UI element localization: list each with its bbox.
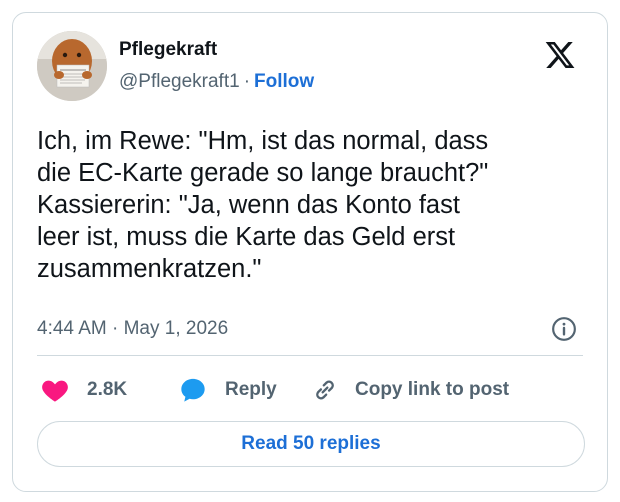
separator-dot: · — [243, 71, 251, 92]
tweet-card: Pflegekraft @Pflegekraft1 · Follow Ich, im… — [12, 12, 608, 492]
heart-icon — [42, 380, 68, 402]
avatar-image — [37, 31, 107, 101]
action-bar: 2.8K Reply Copy link to post — [37, 375, 597, 405]
tweet-timestamp[interactable]: 4:44 AM · May 1, 2026 — [37, 318, 228, 340]
like-count: 2.8K — [87, 379, 128, 400]
divider — [37, 355, 583, 356]
copy-link-label: Copy link to post — [355, 379, 510, 400]
copy-link-button[interactable]: Copy link to post — [311, 375, 509, 405]
tweet-text: Ich, im Rewe: "Hm, ist das normal, dass … — [37, 127, 489, 283]
link-icon — [316, 380, 334, 400]
like-button[interactable]: 2.8K — [41, 375, 127, 405]
read-replies-button[interactable]: Read 50 replies — [37, 421, 585, 467]
speech-bubble-icon — [181, 378, 205, 402]
author-name[interactable]: Pflegekraft — [119, 39, 217, 61]
avatar[interactable] — [37, 31, 107, 101]
author-handle[interactable]: @Pflegekraft1 — [119, 71, 240, 92]
x-logo-icon[interactable] — [543, 39, 577, 71]
reply-label: Reply — [225, 379, 277, 400]
info-icon[interactable] — [551, 316, 577, 342]
reply-button[interactable]: Reply — [179, 375, 277, 405]
author-handle-row: @Pflegekraft1 · Follow — [119, 71, 314, 93]
follow-button[interactable]: Follow — [254, 71, 314, 92]
